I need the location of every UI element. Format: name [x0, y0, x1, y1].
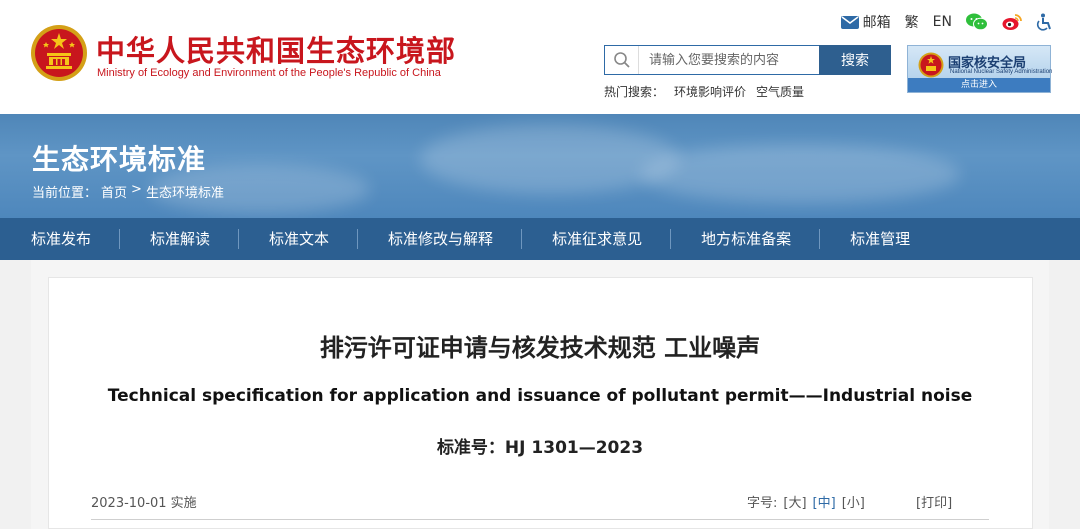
traditional-chinese-link[interactable]: 繁 — [905, 12, 919, 32]
document-title-cn: 排污许可证申请与核发技术规范 工业噪声 — [319, 334, 761, 362]
section-banner: 生态环境标准 当前位置： 首页 > 生态环境标准 — [0, 114, 1080, 218]
mail-icon — [840, 15, 859, 29]
breadcrumb-home[interactable]: 首页 — [101, 182, 127, 201]
print-link[interactable]: [打印] — [916, 492, 952, 511]
nnsa-emblem-icon — [918, 52, 944, 78]
top-links: 邮箱 繁 EN — [840, 12, 1052, 32]
wechat-link[interactable] — [966, 13, 988, 31]
nav-standards-release[interactable]: 标准发布 — [0, 218, 119, 260]
weibo-icon — [1002, 14, 1022, 30]
font-size-label: 字号: — [747, 496, 778, 511]
banner-cloud-decoration — [420, 124, 680, 194]
breadcrumb: 当前位置： 首页 > 生态环境标准 — [32, 182, 224, 201]
banner-cloud-decoration — [640, 144, 960, 204]
hot-search-air-quality[interactable]: 空气质量 — [756, 83, 804, 100]
meta-divider — [91, 519, 989, 520]
hot-search: 热门搜索： 环境影响评价 空气质量 — [604, 83, 804, 100]
breadcrumb-current[interactable]: 生态环境标准 — [146, 182, 224, 201]
search-input[interactable] — [639, 47, 809, 73]
nnsa-enter-label: 点击进入 — [908, 78, 1050, 92]
wechat-icon — [966, 13, 988, 31]
national-emblem-icon[interactable] — [30, 24, 88, 82]
effective-date: 2023-10-01 实施 — [91, 496, 197, 511]
document-number: 标准号：HJ 1301—2023 — [436, 438, 644, 458]
breadcrumb-separator: > — [131, 182, 142, 197]
site-header: 中华人民共和国生态环境部 Ministry of Ecology and Env… — [0, 0, 1080, 114]
mail-label: 邮箱 — [862, 15, 891, 31]
hot-search-eia[interactable]: 环境影响评价 — [674, 83, 746, 100]
breadcrumb-label: 当前位置： — [32, 186, 98, 201]
nav-standards-amendment[interactable]: 标准修改与解释 — [357, 218, 521, 260]
nav-standards-text[interactable]: 标准文本 — [238, 218, 357, 260]
mail-link[interactable]: 邮箱 — [840, 12, 891, 32]
document-title-en: Technical specification for application … — [107, 386, 973, 406]
document-meta: 2023-10-01 实施 字号: [大] [中] [小] [打印] — [91, 492, 989, 512]
nav-local-standards[interactable]: 地方标准备案 — [670, 218, 819, 260]
nnsa-banner-link[interactable]: 国家核安全局 National Nuclear Safety Administr… — [907, 45, 1053, 93]
search-box — [604, 45, 820, 75]
accessibility-link[interactable] — [1036, 13, 1052, 31]
nav-standards-consultation[interactable]: 标准征求意见 — [521, 218, 670, 260]
section-title: 生态环境标准 — [32, 143, 207, 176]
nav-standards-interpretation[interactable]: 标准解读 — [119, 218, 238, 260]
nav-standards-management[interactable]: 标准管理 — [819, 218, 938, 260]
search-button[interactable]: 搜索 — [819, 45, 891, 75]
hot-search-label: 热门搜索： — [604, 85, 665, 99]
accessibility-icon — [1036, 13, 1051, 31]
font-size-small[interactable]: [小] — [842, 492, 865, 511]
nnsa-subtitle: National Nuclear Safety Administration — [950, 69, 1053, 75]
font-size-medium[interactable]: [中] — [813, 492, 836, 511]
main-nav: 标准发布 标准解读 标准文本 标准修改与解释 标准征求意见 地方标准备案 标准管… — [0, 218, 1080, 260]
weibo-link[interactable] — [1002, 13, 1022, 31]
search-icon[interactable] — [605, 46, 639, 74]
site-name-en[interactable]: Ministry of Ecology and Environment of t… — [97, 67, 441, 79]
font-size-large[interactable]: [大] — [783, 492, 806, 511]
english-link[interactable]: EN — [933, 14, 952, 30]
site-name-cn[interactable]: 中华人民共和国生态环境部 — [96, 28, 456, 70]
font-size-switcher: 字号: [大] [中] [小] — [747, 492, 865, 511]
